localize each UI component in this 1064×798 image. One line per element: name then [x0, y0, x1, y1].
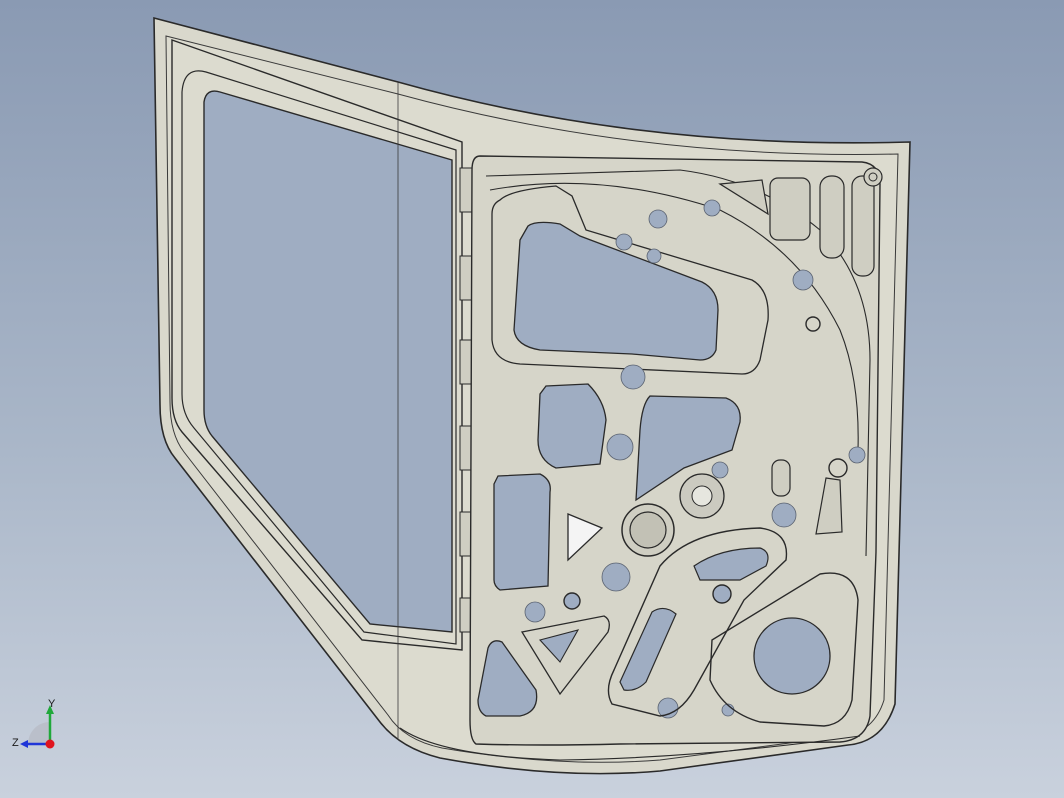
mid-left-cutout [537, 383, 607, 469]
top-right-boss [863, 167, 883, 187]
window-opening [203, 90, 453, 633]
y-axis-label: Y [48, 698, 56, 710]
speaker-hole [753, 617, 831, 695]
axis-triad: Y Z [12, 698, 56, 749]
left-lower-cutout [493, 473, 551, 591]
z-axis-label: Z [12, 737, 19, 749]
door-panel-model[interactable] [0, 0, 1064, 798]
x-axis-dot [45, 739, 55, 749]
cad-viewport[interactable]: Y Z [0, 0, 1064, 798]
small-slot [771, 459, 791, 497]
